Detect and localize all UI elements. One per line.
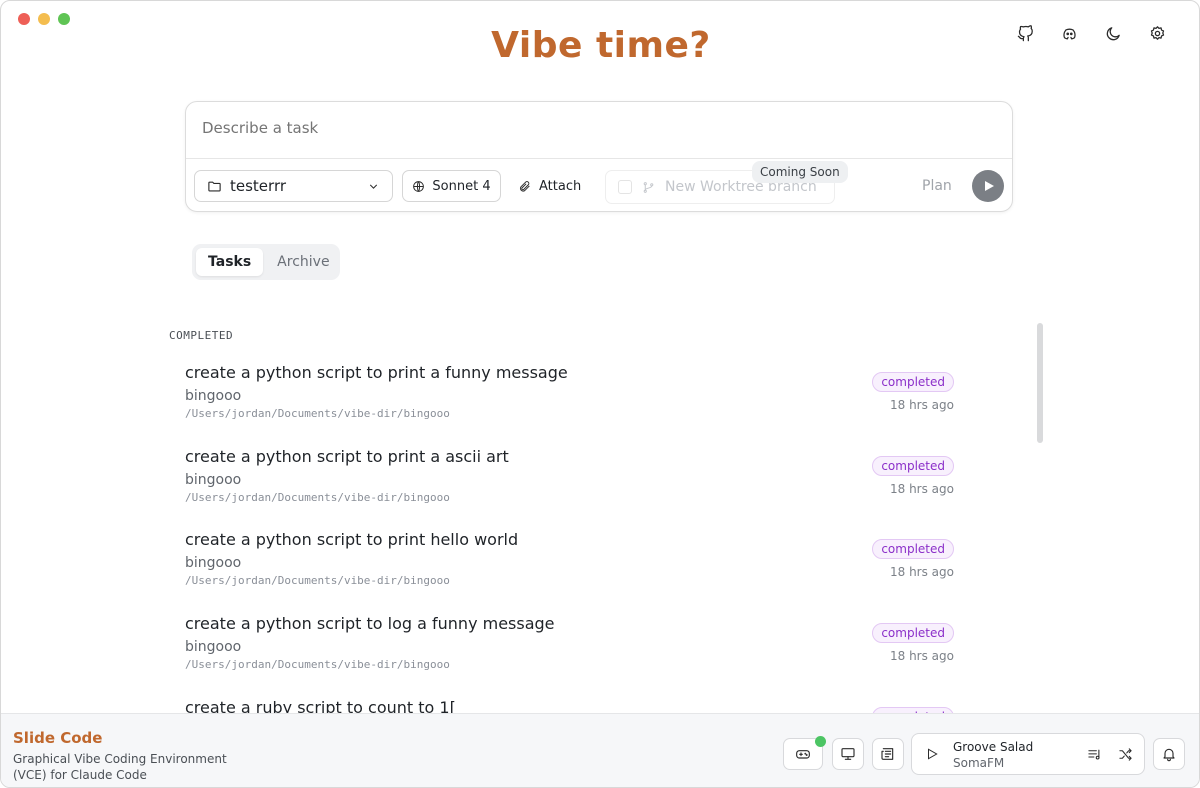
task-item[interactable]: create a python script to print a ascii … bbox=[185, 445, 957, 529]
queue-icon[interactable] bbox=[1087, 747, 1102, 762]
status-badge: completed bbox=[872, 539, 954, 560]
globe-icon bbox=[413, 180, 425, 192]
task-title: create a python script to log a funny me… bbox=[185, 614, 555, 634]
task-composer: testerrr Sonnet 4 Attach New Worktree br… bbox=[185, 101, 1013, 212]
screen-button[interactable] bbox=[832, 738, 864, 770]
bell-icon bbox=[1163, 748, 1175, 762]
task-item[interactable]: create a python script to print a funny … bbox=[185, 361, 957, 445]
online-status-dot bbox=[815, 736, 826, 747]
status-badge: completed bbox=[872, 372, 954, 392]
task-title: create a python script to print a ascii … bbox=[185, 446, 509, 466]
minimize-window-button[interactable] bbox=[38, 13, 50, 25]
task-title: create a ruby script to count to 1[ bbox=[185, 697, 456, 713]
task-item[interactable]: create a python script to log a funny me… bbox=[185, 612, 957, 696]
page-title: Vibe time? bbox=[491, 25, 711, 66]
folder-icon bbox=[208, 181, 221, 191]
task-path: /Users/jordan/Documents/vibe-dir/bingooo bbox=[185, 490, 450, 504]
gamepad-icon bbox=[796, 750, 810, 759]
plan-toggle[interactable]: Plan bbox=[922, 178, 952, 194]
task-path: /Users/jordan/Documents/vibe-dir/bingooo bbox=[185, 658, 450, 672]
tab-archive[interactable]: Archive bbox=[265, 248, 341, 276]
task-project: bingooo bbox=[185, 388, 242, 404]
paperclip-icon bbox=[519, 180, 530, 192]
chevron-down-icon bbox=[369, 184, 378, 189]
close-window-button[interactable] bbox=[18, 13, 30, 25]
task-title: create a python script to print hello wo… bbox=[185, 530, 519, 550]
task-project: bingooo bbox=[185, 471, 242, 488]
play-icon[interactable] bbox=[925, 747, 939, 761]
model-label: Sonnet 4 bbox=[432, 178, 491, 194]
task-path: /Users/jordan/Documents/vibe-dir/bingooo bbox=[185, 574, 450, 588]
attach-button[interactable]: Attach bbox=[518, 170, 581, 202]
newspaper-icon bbox=[881, 748, 894, 760]
footer-bar: Slide Code Graphical Vibe Coding Environ… bbox=[1, 713, 1199, 787]
brand-description: Graphical Vibe Coding Environment (VCE) … bbox=[13, 752, 227, 782]
task-time: 18 hrs ago bbox=[889, 565, 954, 580]
task-title: create a python script to print a funny … bbox=[185, 363, 568, 382]
monitor-icon bbox=[841, 748, 855, 760]
news-button[interactable] bbox=[872, 738, 904, 770]
git-branch-icon bbox=[643, 181, 654, 193]
project-select-value: testerrr bbox=[230, 177, 287, 195]
status-badge: completed bbox=[872, 455, 954, 476]
window-controls bbox=[18, 13, 70, 25]
attach-label: Attach bbox=[539, 178, 582, 194]
task-tabs: Tasks Archive bbox=[192, 244, 340, 280]
coming-soon-tooltip: Coming Soon bbox=[752, 161, 848, 183]
app-window: Vibe time? testerrr Sonnet 4 Attach New … bbox=[0, 0, 1200, 788]
task-list: create a python script to print a funny … bbox=[185, 361, 957, 713]
status-badge: completed bbox=[872, 623, 954, 644]
task-item[interactable]: create a python script to print hello wo… bbox=[185, 528, 957, 612]
send-button[interactable] bbox=[972, 170, 1004, 202]
task-item[interactable]: create a ruby script to count to 1[ comp… bbox=[185, 696, 957, 713]
project-select[interactable]: testerrr bbox=[194, 170, 393, 202]
radio-player: Groove Salad SomaFM bbox=[911, 733, 1145, 775]
worktree-checkbox bbox=[618, 180, 632, 194]
play-icon bbox=[985, 181, 994, 191]
station-name: Groove Salad bbox=[953, 740, 1034, 754]
task-project: bingooo bbox=[185, 639, 242, 656]
section-label: COMPLETED bbox=[169, 329, 234, 342]
tab-tasks[interactable]: Tasks bbox=[196, 248, 264, 276]
brand-name: Slide Code bbox=[13, 729, 103, 747]
station-source: SomaFM bbox=[953, 756, 1005, 770]
task-time: 18 hrs ago bbox=[889, 481, 954, 496]
model-button[interactable]: Sonnet 4 bbox=[402, 170, 501, 202]
task-path: /Users/jordan/Documents/vibe-dir/bingooo bbox=[185, 407, 450, 420]
task-time: 18 hrs ago bbox=[889, 649, 954, 664]
maximize-window-button[interactable] bbox=[58, 13, 70, 25]
composer-divider bbox=[186, 158, 1012, 159]
task-input[interactable] bbox=[202, 119, 992, 137]
task-project: bingooo bbox=[185, 555, 242, 572]
shuffle-icon[interactable] bbox=[1118, 747, 1133, 762]
task-list-scrollbar[interactable] bbox=[1037, 323, 1043, 443]
notifications-button[interactable] bbox=[1153, 738, 1185, 770]
task-time: 18 hrs ago bbox=[889, 398, 954, 412]
